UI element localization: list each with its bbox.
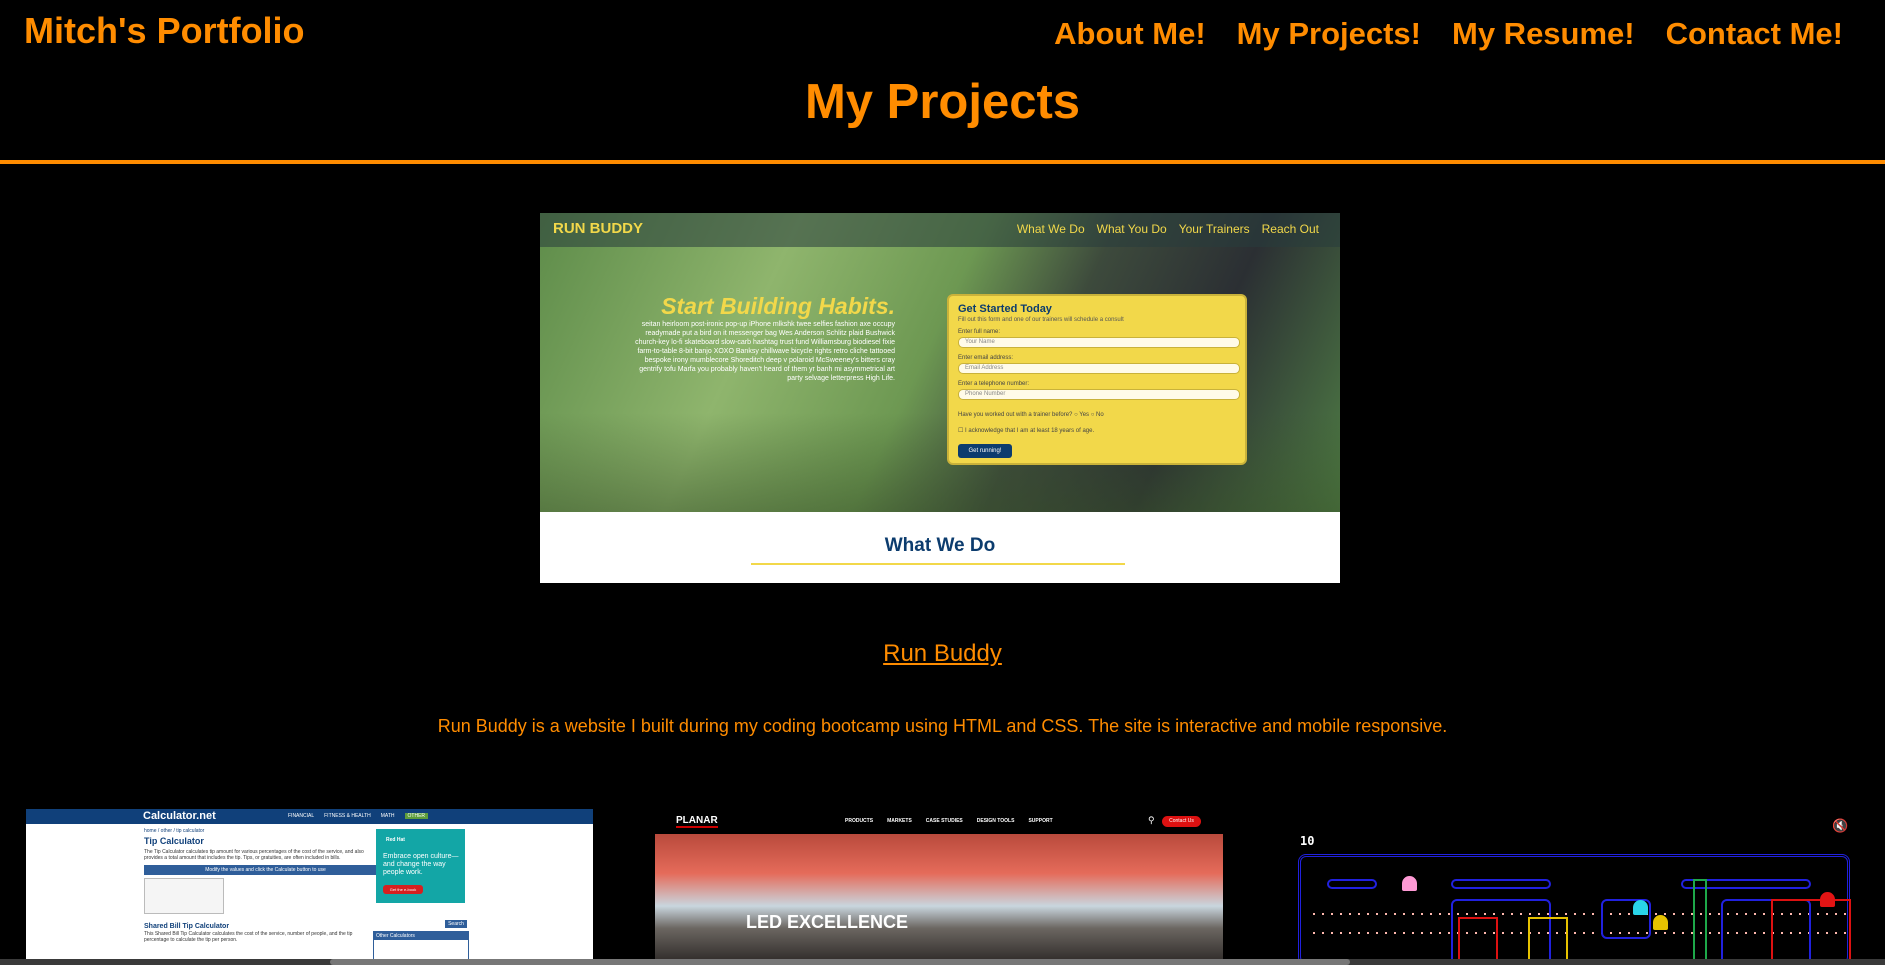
ad-button: Get the e-book xyxy=(383,885,423,894)
form-acknowledge-text: I acknowledge that I am at least 18 year… xyxy=(965,428,1095,434)
planar-contact-button: Contact Us xyxy=(1162,816,1201,827)
run-buddy-blurb: seitan heirloom post-ironic pop-up iPhon… xyxy=(635,321,895,382)
pinky-ghost-icon xyxy=(1402,876,1417,891)
calculator-menu-item: MATH xyxy=(380,813,395,819)
search-icon: ⚲ xyxy=(1148,815,1155,825)
pacman-maze xyxy=(1298,854,1853,965)
run-buddy-hero-image: RUN BUDDY What We Do What You Do Your Tr… xyxy=(540,213,1340,512)
run-buddy-signup-form: Get Started Today Fill out this form and… xyxy=(947,294,1247,465)
form-phone-field: Phone Number xyxy=(958,389,1240,400)
calculator-menu-item: OTHER xyxy=(404,813,429,819)
run-buddy-nav-item: Your Trainers xyxy=(1178,222,1250,236)
calculator-search-button: Search xyxy=(445,920,467,928)
calculator-topbar: Calculator.net FINANCIAL FITNESS & HEALT… xyxy=(26,809,593,824)
nav-contact-me[interactable]: Contact Me! xyxy=(1666,16,1843,52)
run-buddy-nav-item: What You Do xyxy=(1096,222,1167,236)
shared-bill-intro: This Shared Bill Tip Calculator calculat… xyxy=(144,931,353,943)
planar-menu-item: PRODUCTS xyxy=(845,818,874,824)
run-buddy-nav: RUN BUDDY What We Do What You Do Your Tr… xyxy=(540,213,1340,247)
run-buddy-nav-item: What We Do xyxy=(1016,222,1085,236)
calculator-brand: Calculator.net xyxy=(143,810,216,822)
ad-copy: Embrace open culture—and change the way … xyxy=(383,853,459,876)
form-submit-button: Get running! xyxy=(958,444,1012,458)
tip-calculator-thumbnail[interactable]: Calculator.net FINANCIAL FITNESS & HEALT… xyxy=(26,809,593,965)
project-description: Run Buddy is a website I built during my… xyxy=(437,716,1448,736)
planar-menu-item: DESIGN TOOLS xyxy=(976,818,1015,824)
site-logo[interactable]: Mitch's Portfolio xyxy=(24,10,305,52)
form-yes-label: Yes xyxy=(1079,412,1090,418)
run-buddy-nav-links: What We Do What You Do Your Trainers Rea… xyxy=(1017,222,1319,236)
run-buddy-section-title: What We Do xyxy=(884,535,996,556)
planar-menu-item: SUPPORT xyxy=(1028,818,1053,824)
maze-wall xyxy=(1528,917,1568,965)
form-email-label: Enter email address: xyxy=(958,355,1014,361)
pacman-score: 10 xyxy=(1300,834,1315,848)
calculator-menu-item: FITNESS & HEALTH xyxy=(324,813,371,819)
mute-icon[interactable]: 🔇 xyxy=(1832,818,1848,834)
clyde-ghost-icon xyxy=(1653,915,1668,930)
planar-menu-item: CASE STUDIES xyxy=(925,818,963,824)
nav-my-resume[interactable]: My Resume! xyxy=(1452,16,1635,52)
planar-thumbnail[interactable]: PLANAR PRODUCTS MARKETS CASE STUDIES DES… xyxy=(655,809,1223,965)
calculator-menu-item: FINANCIAL xyxy=(288,813,315,819)
run-buddy-screenshot[interactable]: RUN BUDDY What We Do What You Do Your Tr… xyxy=(540,213,1340,583)
blinky-ghost-icon xyxy=(1820,892,1835,907)
project-title-link[interactable]: Run Buddy xyxy=(0,640,1885,668)
form-name-field: Your Name xyxy=(958,337,1240,348)
nav-my-projects[interactable]: My Projects! xyxy=(1237,16,1421,52)
nav-about-me[interactable]: About Me! xyxy=(1054,16,1206,52)
calculator-ad: Red Hat Embrace open culture—and change … xyxy=(376,829,465,903)
calculator-title: Tip Calculator xyxy=(144,836,204,846)
planar-hero-image: LED EXCELLENCE xyxy=(655,834,1223,965)
calculator-menu: FINANCIAL FITNESS & HEALTH MATH OTHER xyxy=(288,813,429,819)
form-age-checkbox: ☐ I acknowledge that I am at least 18 ye… xyxy=(958,428,1095,434)
other-calculators-title: Other Calculators xyxy=(374,932,468,940)
maze-wall xyxy=(1771,899,1851,965)
run-buddy-headline: Start Building Habits. xyxy=(661,293,895,319)
form-no-label: No xyxy=(1096,412,1104,418)
maze-wall xyxy=(1451,879,1551,889)
maze-wall xyxy=(1693,879,1707,965)
planar-menu-item: MARKETS xyxy=(887,818,912,824)
form-title: Get Started Today xyxy=(958,303,1052,315)
calculator-instruction-band: Modify the values and click the Calculat… xyxy=(144,865,387,875)
planar-topbar: PLANAR PRODUCTS MARKETS CASE STUDIES DES… xyxy=(655,809,1223,834)
site-header: Mitch's Portfolio About Me! My Projects!… xyxy=(0,0,1885,164)
form-name-label: Enter full name: xyxy=(958,329,1001,335)
form-trainer-question: Have you worked out with a trainer befor… xyxy=(958,412,1104,418)
inky-ghost-icon xyxy=(1633,900,1648,915)
page-title: My Projects xyxy=(804,75,1081,129)
form-phone-label: Enter a telephone number: xyxy=(958,381,1030,387)
main-nav: About Me! My Projects! My Resume! Contac… xyxy=(1054,16,1843,52)
calculator-intro: The Tip Calculator calculates tip amount… xyxy=(144,849,364,861)
scrollbar-thumb[interactable] xyxy=(330,959,1350,965)
shared-bill-title: Shared Bill Tip Calculator xyxy=(144,923,230,930)
pacman-thumbnail[interactable]: 10 🔇 xyxy=(1292,809,1859,965)
run-buddy-brand: RUN BUDDY xyxy=(553,220,643,237)
planar-brand: PLANAR xyxy=(676,815,718,828)
form-question-text: Have you worked out with a trainer befor… xyxy=(958,412,1073,418)
calculator-breadcrumb: home / other / tip calculator xyxy=(144,828,205,834)
form-email-field: Email Address xyxy=(958,363,1240,374)
run-buddy-divider xyxy=(751,563,1125,565)
planar-tagline: LED EXCELLENCE xyxy=(746,912,909,932)
form-subtitle: Fill out this form and one of our traine… xyxy=(958,317,1124,323)
horizontal-scrollbar[interactable] xyxy=(0,959,1885,965)
maze-wall xyxy=(1327,879,1377,889)
run-buddy-nav-item: Reach Out xyxy=(1261,222,1319,236)
maze-wall xyxy=(1458,917,1498,965)
ad-title: Red Hat xyxy=(386,837,405,843)
calculator-input-box xyxy=(144,878,224,914)
planar-menu: PRODUCTS MARKETS CASE STUDIES DESIGN TOO… xyxy=(845,818,1053,824)
